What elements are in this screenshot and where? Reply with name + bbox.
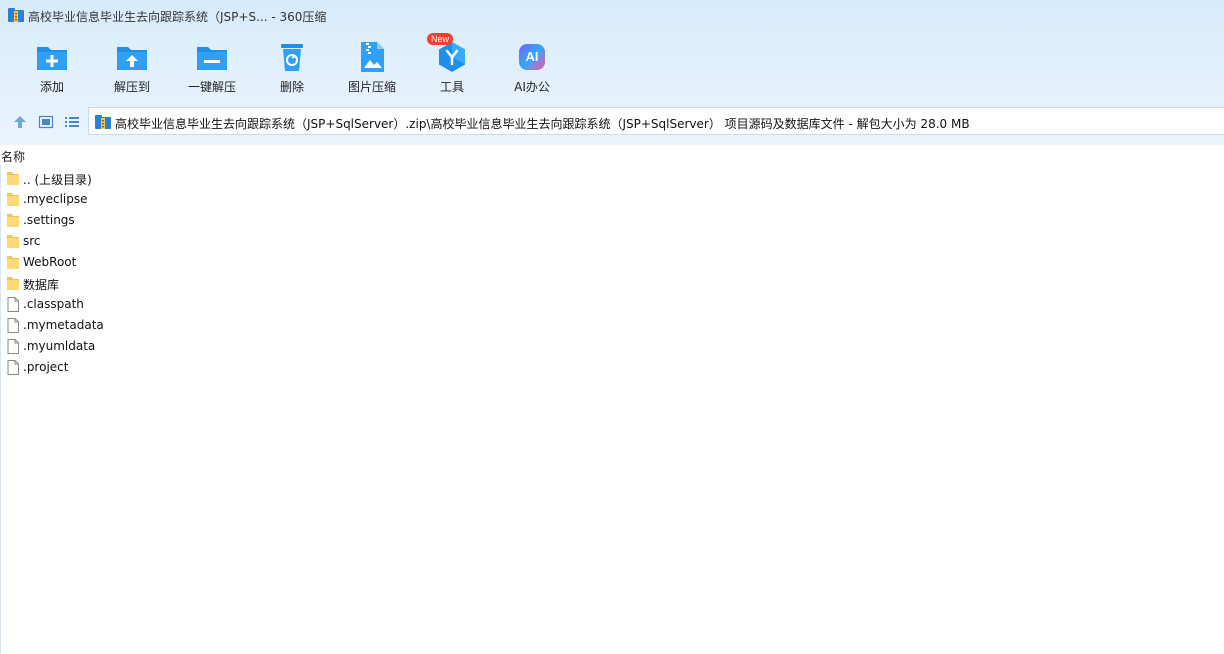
item-name: .mymetadata	[23, 318, 104, 332]
main-toolbar: 添加 解压到 一键解压 删除 图片压缩 New 工具 AI AI办公	[12, 33, 572, 100]
folder-icon	[7, 277, 19, 290]
file-list: .. (上级目录) .myeclipse .settings src WebRo…	[0, 168, 1224, 378]
list-item-parent-dir[interactable]: .. (上级目录)	[0, 168, 1224, 189]
tools-label: 工具	[439, 80, 464, 94]
header-area: 高校毕业信息毕业生去向跟踪系统（JSP+S... - 360压缩 添加 解压到 …	[0, 0, 1224, 145]
list-item-project[interactable]: .project	[0, 357, 1224, 378]
path-text: 高校毕业信息毕业生去向跟踪系统（JSP+SqlServer）.zip\高校毕业信…	[115, 117, 970, 131]
list-item-src[interactable]: src	[0, 231, 1224, 252]
extract-folder-icon	[117, 47, 147, 70]
title-bar[interactable]: 高校毕业信息毕业生去向跟踪系统（JSP+S... - 360压缩	[0, 0, 1224, 32]
archive-window: 高校毕业信息毕业生去向跟踪系统（JSP+S... - 360压缩 添加 解压到 …	[0, 0, 1224, 654]
file-icon	[7, 297, 19, 312]
column-name-label: 名称	[1, 150, 26, 164]
list-view-icon[interactable]	[64, 114, 80, 130]
list-item-myeclipse[interactable]: .myeclipse	[0, 189, 1224, 210]
item-name: .myeclipse	[23, 192, 88, 206]
extract-to-label: 解压到	[113, 80, 150, 94]
file-icon	[7, 339, 19, 354]
item-name: src	[23, 234, 41, 248]
trash-icon	[281, 44, 303, 71]
file-icon	[7, 318, 19, 333]
item-name: .project	[23, 360, 69, 374]
ai-office-label: AI办公	[514, 80, 550, 94]
add-label: 添加	[39, 80, 64, 94]
item-name: 数据库	[23, 278, 60, 292]
folder-icon	[7, 256, 19, 269]
item-name: .myumldata	[23, 339, 96, 353]
item-name: .. (上级目录)	[23, 173, 92, 187]
tools-button[interactable]: New 工具	[412, 33, 492, 100]
item-name: WebRoot	[23, 255, 77, 269]
arrow-up-icon[interactable]	[12, 114, 28, 130]
list-item-settings[interactable]: .settings	[0, 210, 1224, 231]
window-title: 高校毕业信息毕业生去向跟踪系统（JSP+S... - 360压缩	[28, 10, 327, 24]
new-badge: New	[427, 33, 454, 45]
archive-icon	[8, 8, 24, 22]
list-item-webroot[interactable]: WebRoot	[0, 252, 1224, 273]
add-button[interactable]: 添加	[12, 36, 92, 100]
ai-icon-text: AI	[525, 49, 539, 64]
folder-icon	[7, 172, 19, 185]
column-header-name[interactable]: 名称	[0, 147, 1224, 165]
one-click-extract-label: 一键解压	[187, 80, 236, 94]
tools-hexagon-icon	[439, 42, 465, 72]
list-item-myumldata[interactable]: .myumldata	[0, 336, 1224, 357]
thumbnail-view-icon[interactable]	[38, 114, 54, 130]
delete-button[interactable]: 删除	[252, 36, 332, 100]
image-compress-button[interactable]: 图片压缩	[332, 36, 412, 100]
address-bar: 高校毕业信息毕业生去向跟踪系统（JSP+SqlServer）.zip\高校毕业信…	[0, 107, 1224, 137]
delete-label: 删除	[279, 80, 304, 94]
folder-icon	[7, 235, 19, 248]
folder-icon	[7, 214, 19, 227]
ai-office-button[interactable]: AI AI办公	[492, 36, 572, 100]
list-item-classpath[interactable]: .classpath	[0, 294, 1224, 315]
list-item-database[interactable]: 数据库	[0, 273, 1224, 294]
one-click-extract-button[interactable]: 一键解压	[172, 36, 252, 100]
ai-icon: AI	[515, 40, 549, 74]
add-folder-icon	[37, 47, 67, 70]
one-click-extract-icon	[197, 47, 227, 70]
list-item-mymetadata[interactable]: .mymetadata	[0, 315, 1224, 336]
archive-icon	[95, 115, 111, 129]
file-icon	[7, 360, 19, 375]
folder-icon	[7, 193, 19, 206]
item-name: .classpath	[23, 297, 84, 311]
path-field[interactable]: 高校毕业信息毕业生去向跟踪系统（JSP+SqlServer）.zip\高校毕业信…	[88, 107, 1224, 135]
image-zip-icon	[361, 42, 384, 72]
image-compress-label: 图片压缩	[347, 80, 396, 94]
extract-to-button[interactable]: 解压到	[92, 36, 172, 100]
item-name: .settings	[23, 213, 75, 227]
